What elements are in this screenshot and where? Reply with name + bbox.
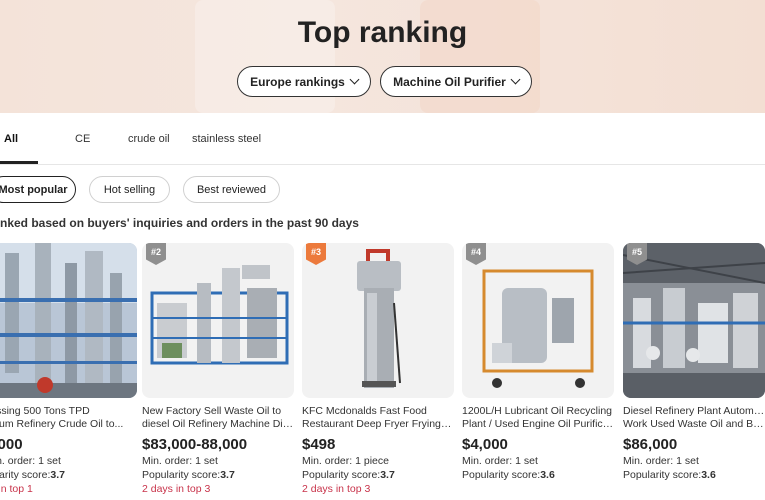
product-card[interactable]: #4 1200L/H Lubricant Oil Recycling Plant… (462, 243, 614, 500)
min-order: Min. order: 1 set (142, 455, 218, 467)
tab-all[interactable]: All (4, 133, 18, 145)
popularity-score: Popularity score:3.7 (302, 469, 395, 481)
diesel-refinery-plant-image (623, 243, 765, 398)
product-price: $498 (302, 436, 336, 453)
oil-purifier-machine-image (462, 243, 614, 398)
filter-most-popular[interactable]: Most popular (0, 176, 76, 203)
product-card[interactable]: #3 KFC Mcdonalds Fast Food Restaurant De… (302, 243, 454, 500)
product-price: $4,000 (462, 436, 508, 453)
product-name[interactable]: KFC Mcdonalds Fast Food Restaurant Deep … (302, 405, 454, 431)
product-image[interactable]: #4 (462, 243, 614, 398)
min-order: Min. order: 1 set (0, 455, 61, 467)
product-image[interactable]: #5 (623, 243, 765, 398)
days-in-top: ys in top 1 (0, 483, 33, 495)
min-order: Min. order: 1 piece (302, 455, 389, 467)
page-title: Top ranking (297, 16, 468, 49)
tab-ce[interactable]: CE (75, 133, 90, 145)
product-name[interactable]: cessing 500 Tons TPD oleum Refinery Crud… (0, 405, 137, 431)
product-price: $83,000-88,000 (142, 436, 248, 453)
product-image[interactable]: #2 (142, 243, 294, 398)
popularity-score: Popularity score:3.6 (623, 469, 716, 481)
product-card[interactable]: #2 New Factory Sell Waste Oil to diesel … (142, 243, 294, 500)
region-dropdown-label: Europe rankings (250, 74, 345, 89)
oil-refinery-machine-image (142, 243, 294, 398)
product-image[interactable]: #3 (302, 243, 454, 398)
chevron-down-icon (349, 74, 360, 85)
category-tabs: All CE crude oil stainless steel (0, 113, 765, 165)
refinery-plant-image (0, 243, 137, 398)
days-in-top: 2 days in top 3 (302, 483, 371, 495)
min-order: Min. order: 1 set (462, 455, 538, 467)
product-name[interactable]: New Factory Sell Waste Oil to diesel Oil… (142, 405, 294, 431)
tab-crude-oil[interactable]: crude oil (128, 133, 170, 145)
ranking-description: nked based on buyers' inquiries and orde… (0, 216, 359, 230)
product-card[interactable]: #5 Diesel Refinery Plant Automatic Work … (623, 243, 765, 500)
filter-best-reviewed[interactable]: Best reviewed (183, 176, 280, 203)
region-dropdown[interactable]: Europe rankings (237, 66, 371, 97)
product-name[interactable]: 1200L/H Lubricant Oil Recycling Plant / … (462, 405, 614, 431)
product-price: $86,000 (623, 436, 678, 453)
product-price: 4,000 (0, 436, 23, 453)
days-in-top: 2 days in top 3 (142, 483, 211, 495)
chevron-down-icon (510, 74, 521, 85)
popularity-score: pularity score:3.7 (0, 469, 65, 481)
category-dropdown[interactable]: Machine Oil Purifier (380, 66, 532, 97)
deep-fryer-filter-image (302, 243, 454, 398)
popularity-score: Popularity score:3.6 (462, 469, 555, 481)
product-image[interactable] (0, 243, 137, 398)
category-dropdown-label: Machine Oil Purifier (393, 74, 506, 89)
popularity-score: Popularity score:3.7 (142, 469, 235, 481)
product-name[interactable]: Diesel Refinery Plant Automatic Work Use… (623, 405, 765, 431)
active-tab-indicator (0, 161, 38, 164)
filter-hot-selling[interactable]: Hot selling (89, 176, 170, 203)
tab-stainless-steel[interactable]: stainless steel (192, 133, 261, 145)
product-card[interactable]: cessing 500 Tons TPD oleum Refinery Crud… (0, 243, 137, 500)
min-order: Min. order: 1 set (623, 455, 699, 467)
